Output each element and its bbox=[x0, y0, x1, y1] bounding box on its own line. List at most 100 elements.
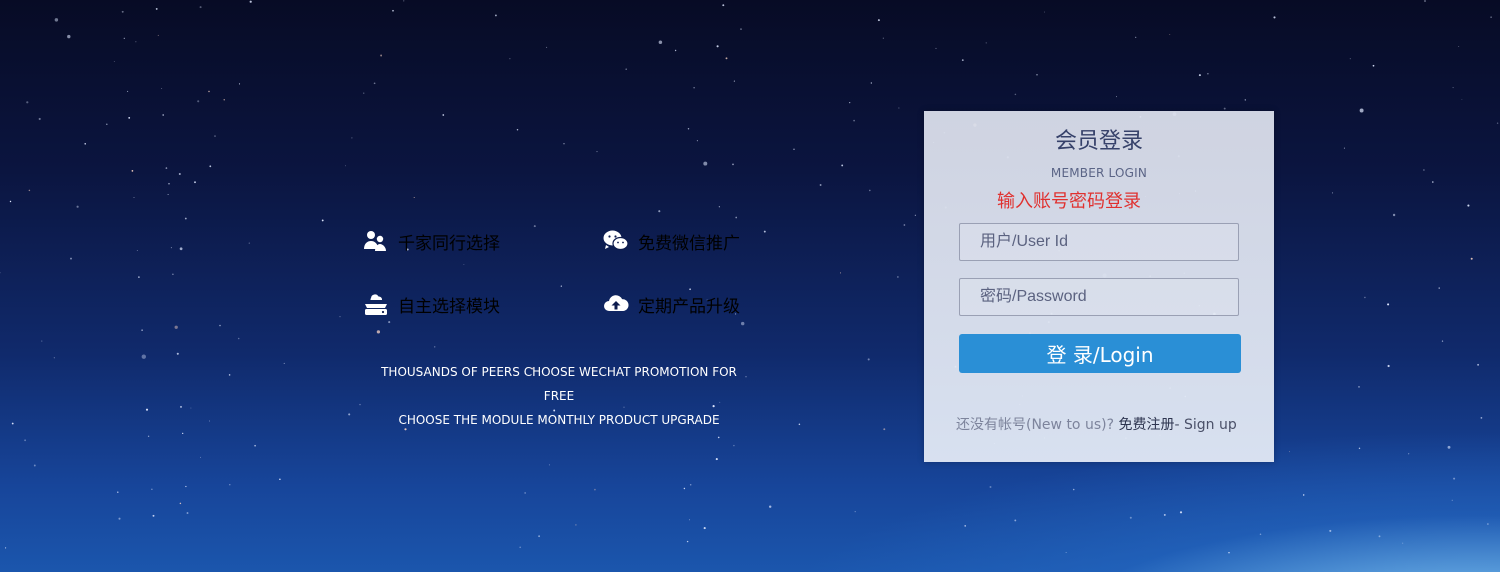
tagline-line: CHOOSE THE MODULE MONTHLY PRODUCT UPGRAD… bbox=[398, 413, 720, 427]
star bbox=[388, 321, 391, 324]
star bbox=[877, 19, 880, 22]
star bbox=[674, 49, 677, 52]
star bbox=[351, 137, 353, 139]
star bbox=[1458, 46, 1460, 47]
star bbox=[870, 82, 872, 84]
star bbox=[689, 484, 692, 486]
star bbox=[733, 444, 735, 447]
star bbox=[67, 34, 71, 39]
feature-wechat: 免费微信推广 bbox=[602, 226, 740, 256]
password-input[interactable] bbox=[960, 279, 1238, 315]
star bbox=[718, 206, 720, 208]
star bbox=[345, 165, 346, 167]
star bbox=[1036, 74, 1038, 76]
star bbox=[1408, 453, 1410, 455]
star bbox=[380, 54, 383, 57]
star bbox=[717, 436, 720, 439]
signup-link[interactable]: 免费注册 bbox=[1118, 417, 1174, 433]
star bbox=[194, 181, 196, 184]
star bbox=[898, 107, 900, 109]
star bbox=[199, 6, 202, 9]
star bbox=[840, 272, 842, 274]
star bbox=[1358, 447, 1361, 450]
star bbox=[575, 524, 577, 526]
star bbox=[179, 247, 183, 251]
star bbox=[283, 362, 285, 364]
star bbox=[53, 357, 55, 359]
star bbox=[1273, 16, 1276, 19]
username-field bbox=[959, 223, 1239, 261]
star bbox=[208, 90, 210, 93]
star bbox=[1364, 296, 1366, 299]
star bbox=[1496, 122, 1499, 124]
star bbox=[182, 432, 184, 435]
star bbox=[1244, 99, 1246, 101]
feature-label: 定期产品升级 bbox=[638, 296, 740, 317]
star bbox=[209, 165, 212, 168]
star bbox=[223, 99, 225, 101]
star bbox=[152, 514, 155, 517]
star bbox=[735, 216, 738, 219]
login-panel: 会员登录 MEMBER LOGIN 输入账号密码登录 登 录/Login 还没有… bbox=[924, 111, 1274, 462]
star bbox=[961, 59, 964, 61]
login-button[interactable]: 登 录/Login bbox=[959, 334, 1241, 373]
star bbox=[254, 444, 256, 447]
star bbox=[106, 123, 108, 125]
star bbox=[141, 354, 146, 359]
star bbox=[131, 170, 134, 172]
cloud-upload-icon bbox=[602, 290, 630, 318]
star bbox=[560, 285, 562, 287]
star bbox=[133, 197, 135, 198]
star bbox=[1402, 542, 1404, 544]
star bbox=[494, 14, 497, 17]
star bbox=[1423, 169, 1425, 171]
star bbox=[1453, 477, 1456, 480]
star bbox=[1349, 58, 1351, 60]
star bbox=[703, 161, 708, 166]
star bbox=[716, 45, 719, 48]
star bbox=[33, 464, 36, 467]
star bbox=[186, 512, 189, 514]
star bbox=[165, 167, 168, 169]
star bbox=[1487, 523, 1489, 525]
star bbox=[1480, 417, 1483, 419]
star bbox=[54, 18, 59, 22]
star bbox=[722, 4, 725, 7]
star bbox=[867, 358, 870, 361]
star bbox=[1072, 488, 1075, 491]
star bbox=[715, 458, 718, 461]
star bbox=[1179, 511, 1183, 514]
star bbox=[0, 272, 1, 274]
star bbox=[768, 505, 772, 508]
star bbox=[157, 34, 159, 36]
star bbox=[1302, 494, 1305, 496]
star bbox=[1169, 33, 1171, 36]
star bbox=[38, 117, 41, 121]
star bbox=[509, 58, 511, 60]
star bbox=[176, 352, 179, 355]
star bbox=[725, 57, 728, 60]
star bbox=[162, 114, 165, 116]
star bbox=[686, 540, 689, 543]
star bbox=[161, 87, 163, 90]
feature-peers: 千家同行选择 bbox=[362, 226, 500, 256]
star bbox=[1392, 213, 1396, 217]
star bbox=[190, 407, 192, 409]
star bbox=[168, 183, 170, 185]
star bbox=[1387, 364, 1390, 368]
star bbox=[732, 163, 734, 166]
login-title: 会员登录 bbox=[1054, 129, 1143, 154]
star bbox=[200, 456, 201, 458]
star bbox=[145, 408, 149, 411]
star bbox=[594, 488, 596, 491]
username-input[interactable] bbox=[960, 224, 1238, 260]
star bbox=[433, 346, 436, 348]
star bbox=[740, 321, 745, 326]
star bbox=[696, 140, 698, 142]
star bbox=[903, 224, 906, 226]
star bbox=[914, 214, 916, 216]
star bbox=[563, 143, 565, 145]
star bbox=[339, 316, 341, 318]
signup-link-en[interactable]: - Sign up bbox=[1174, 417, 1236, 433]
star bbox=[1259, 533, 1262, 535]
